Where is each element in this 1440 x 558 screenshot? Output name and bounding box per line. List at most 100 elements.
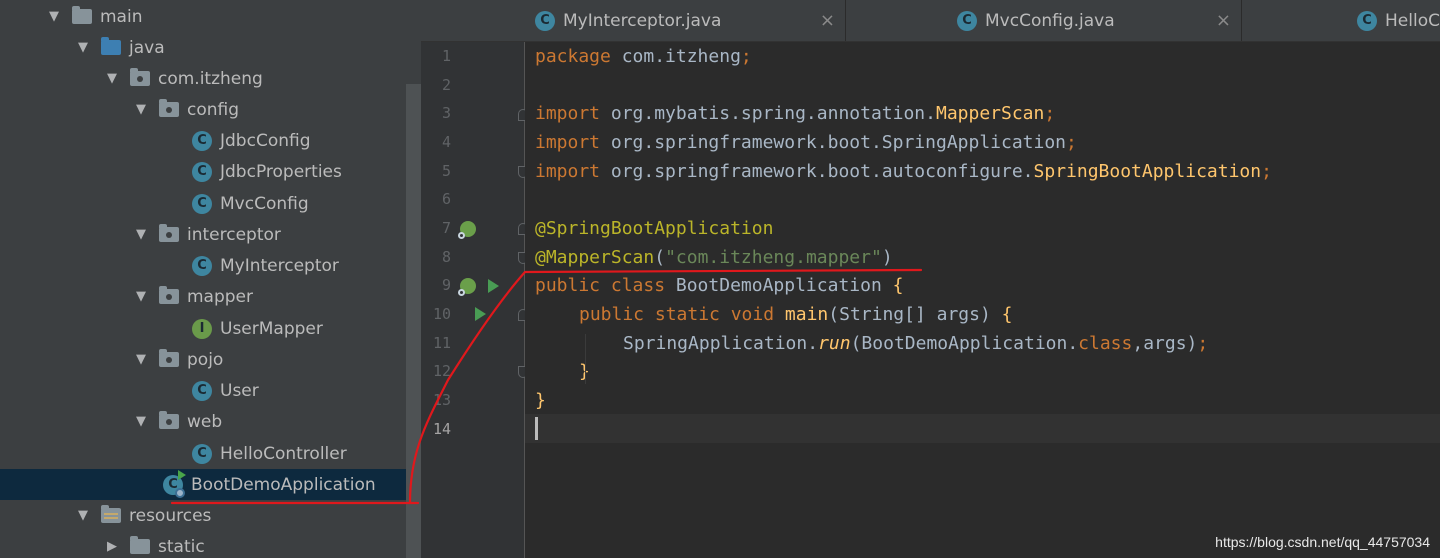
spring-bean-icon[interactable] [458,278,476,296]
package-icon [129,68,151,90]
tree-item-label: MvcConfig [220,193,309,214]
project-tree: ▼ main ▼ java ▼ com.itzheng ▼ config C J… [0,0,421,558]
interface-icon: I [191,318,213,340]
tree-scrollbar[interactable] [406,84,421,558]
class-icon: C [191,380,213,402]
tree-item-static[interactable]: ▶ static [0,531,421,558]
tree-item-java[interactable]: ▼ java [0,32,421,63]
line-number: 4 [441,133,451,151]
editor-tab-bar: C MyInterceptor.java × C MvcConfig.java … [421,0,1440,42]
package-icon [158,411,180,433]
chevron-down-icon[interactable]: ▼ [134,227,148,242]
tree-item-label: UserMapper [220,318,323,339]
tab-mvcconfig[interactable]: C MvcConfig.java × [846,0,1242,41]
tab-myinterceptor[interactable]: C MyInterceptor.java × [421,0,846,41]
tree-item-user[interactable]: C User [0,375,421,406]
line-number: 6 [441,190,451,208]
code-line-4: import org.springframework.boot.SpringAp… [535,132,1077,153]
tab-label: MvcConfig.java [985,10,1115,31]
run-icon[interactable] [488,279,499,293]
tree-item-main[interactable]: ▼ main [0,1,421,32]
tab-label: HelloC [1385,10,1440,31]
folder-icon [129,536,151,558]
tree-item-label: main [100,6,143,27]
line-number: 7 [441,219,451,237]
code-line-5: import org.springframework.boot.autoconf… [535,161,1272,182]
source-folder-icon [100,37,122,59]
tree-item-jdbcconfig[interactable]: C JdbcConfig [0,125,421,156]
tree-item-mapper[interactable]: ▼ mapper [0,281,421,312]
package-icon [158,286,180,308]
chevron-down-icon[interactable]: ▼ [76,508,90,523]
chevron-down-icon[interactable]: ▼ [134,289,148,304]
tree-item-resources[interactable]: ▼ resources [0,500,421,531]
code-editor[interactable]: package com.itzheng; import org.mybatis.… [525,42,1440,558]
class-icon: C [191,130,213,152]
tree-item-label: JdbcConfig [220,130,311,151]
package-icon [158,99,180,121]
line-number: 11 [432,334,451,352]
code-line-13: } [535,390,546,411]
tree-item-label: interceptor [187,224,281,245]
tree-item-label: resources [129,505,212,526]
run-icon[interactable] [475,307,486,321]
tree-item-label: User [220,380,259,401]
line-number: 1 [441,47,451,65]
tree-item-com-itzheng[interactable]: ▼ com.itzheng [0,63,421,94]
class-icon: C [535,10,555,31]
package-icon [158,349,180,371]
line-number: 5 [441,162,451,180]
code-line-1: package com.itzheng; [535,46,752,67]
chevron-down-icon[interactable]: ▼ [134,352,148,367]
class-icon: C [191,193,213,215]
line-number: 12 [432,362,451,380]
tab-hellocontroller[interactable]: C HelloC [1242,0,1440,41]
tree-item-label: pojo [187,349,224,370]
tree-item-label: HelloController [220,443,347,464]
class-icon: C [1357,10,1377,31]
tree-item-config[interactable]: ▼ config [0,94,421,125]
gear-icon [175,487,185,498]
tree-item-web[interactable]: ▼ web [0,406,421,437]
close-icon[interactable]: × [1216,10,1231,31]
tree-item-mvcconfig[interactable]: C MvcConfig [0,188,421,219]
indent-guide [585,334,586,384]
tree-item-label: static [158,536,205,557]
tree-item-myinterceptor[interactable]: C MyInterceptor [0,250,421,281]
code-line-8: @MapperScan("com.itzheng.mapper") [535,247,893,268]
code-line-10: public static void main(String[] args) { [579,304,1013,325]
class-icon: C [957,10,977,31]
tab-label: MyInterceptor.java [563,10,722,31]
package-icon [158,224,180,246]
line-number: 13 [432,391,451,409]
tree-item-pojo[interactable]: ▼ pojo [0,344,421,375]
close-icon[interactable]: × [820,10,835,31]
chevron-down-icon[interactable]: ▼ [47,9,61,24]
line-number-current: 14 [432,420,451,438]
tree-item-label: config [187,99,240,120]
code-line-9: public class BootDemoApplication { [535,275,904,296]
spring-bean-icon[interactable] [458,221,476,239]
resources-folder-icon [100,505,122,527]
code-line-11: SpringApplication.run(BootDemoApplicatio… [623,333,1209,354]
tree-item-interceptor[interactable]: ▼ interceptor [0,219,421,250]
tree-item-jdbcproperties[interactable]: C JdbcProperties [0,156,421,187]
line-number: 3 [441,104,451,122]
chevron-right-icon[interactable]: ▶ [105,539,119,554]
line-number: 10 [432,305,451,323]
tree-item-bootdemoapplication[interactable]: C BootDemoApplication [0,469,421,500]
spring-boot-class-icon: C [162,469,186,498]
chevron-down-icon[interactable]: ▼ [134,102,148,117]
chevron-down-icon[interactable]: ▼ [76,40,90,55]
tree-item-label: MyInterceptor [220,255,339,276]
tree-item-hellocontroller[interactable]: C HelloController [0,438,421,469]
class-icon: C [191,443,213,465]
code-line-7: @SpringBootApplication [535,218,774,239]
code-line-3: import org.mybatis.spring.annotation.Map… [535,103,1056,124]
chevron-down-icon[interactable]: ▼ [134,414,148,429]
tree-item-usermapper[interactable]: I UserMapper [0,313,421,344]
class-icon: C [191,161,213,183]
chevron-down-icon[interactable]: ▼ [105,71,119,86]
tree-item-label: web [187,411,223,432]
text-caret [535,417,538,440]
